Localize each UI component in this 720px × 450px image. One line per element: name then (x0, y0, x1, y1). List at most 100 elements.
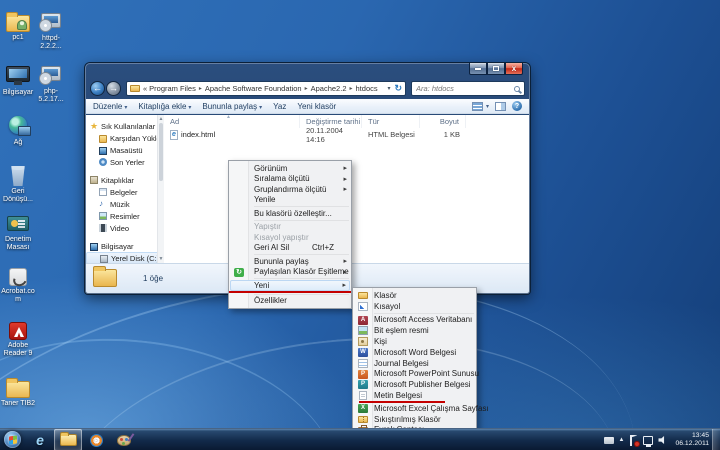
change-view-icon[interactable] (472, 102, 483, 111)
word-icon (358, 348, 368, 357)
desktop-icon-denetim-masasi[interactable]: Denetim Masası (0, 216, 36, 252)
menu-item-label: Microsoft PowerPoint Sunusu (374, 369, 479, 378)
window-titlebar[interactable] (85, 63, 530, 79)
forward-button[interactable]: → (106, 81, 121, 96)
desktop-icon-geri-donusum[interactable]: Geri Dönüşü... (0, 166, 36, 204)
file-row[interactable]: e index.html 20.11.2004 14:16 HTML Belge… (164, 128, 529, 141)
action-center-flag-icon[interactable] (629, 435, 638, 446)
taskbar-media-player-button[interactable] (82, 429, 110, 450)
publisher-icon (358, 380, 368, 389)
submenu-item-excel[interactable]: Microsoft Excel Çalışma Sayfası (353, 403, 476, 414)
start-button[interactable] (4, 431, 21, 448)
desktop-icon-php[interactable]: php-5.2.17... (33, 62, 69, 104)
sidebar-item-recent-places[interactable]: Son Yerler (86, 156, 164, 168)
toolbar-yaz-button[interactable]: Yaz (273, 102, 286, 111)
column-header-modified[interactable]: Değiştirme tarihi (300, 115, 362, 128)
column-header-size[interactable]: Boyut (420, 115, 466, 128)
sidebar-item-music[interactable]: ♪ Müzik (86, 198, 164, 210)
chevron-down-icon[interactable]: ▾ (387, 85, 390, 92)
volume-icon[interactable] (658, 436, 667, 445)
file-name-cell[interactable]: e index.html (164, 130, 300, 140)
submenu-item-klasor[interactable]: Klasör (353, 290, 476, 301)
toolbar-kitapliga-ekle-button[interactable]: Kitaplığa ekle (138, 102, 191, 111)
submenu-item-sikistirilmis-klasor[interactable]: Sıkıştırılmış Klasör (353, 414, 476, 425)
search-box[interactable] (411, 81, 525, 96)
sidebar-item-label: Karşıdan Yüklem (110, 134, 164, 143)
sidebar-item-video[interactable]: Video (86, 222, 164, 234)
submenu-item-kisi[interactable]: Kişi (353, 336, 476, 347)
refresh-icon[interactable]: ↻ (394, 83, 402, 94)
tray-expand-icon[interactable]: ▲ (619, 437, 625, 443)
sidebar-item-local-disk-c[interactable]: Yerel Disk (C:) (86, 252, 164, 263)
taskbar-ie-button[interactable]: e (26, 429, 54, 450)
sidebar-item-documents[interactable]: Belgeler (86, 186, 164, 198)
desktop-icon-pc1[interactable]: pc1 (0, 9, 36, 42)
context-menu-item-paylasilan-klasor-esitleme[interactable]: Paylaşılan Klasör Eşitleme (229, 267, 351, 278)
sidebar-item-label: Yerel Disk (C:) (111, 254, 159, 263)
context-menu-item-gorunum[interactable]: Görünüm (229, 163, 351, 174)
show-desktop-button[interactable] (712, 429, 720, 450)
submenu-item-metin-belgesi[interactable]: Metin Belgesi (353, 390, 476, 401)
submenu-item-kisayol[interactable]: Kısayol (353, 301, 476, 312)
submenu-item-bit-eslem[interactable]: Bit eşlem resmi (353, 325, 476, 336)
breadcrumb-segment[interactable]: Apache Software Foundation (205, 84, 302, 93)
back-button[interactable]: ← (90, 81, 105, 96)
search-icon[interactable] (514, 86, 520, 92)
submenu-item-publisher[interactable]: Microsoft Publisher Belgesi (353, 379, 476, 390)
toolbar-duzenle-button[interactable]: Düzenle (93, 102, 127, 111)
desktop-icon-ag[interactable]: Ağ (0, 116, 36, 147)
toolbar-yeni-klasor-button[interactable]: Yeni klasör (297, 102, 336, 111)
breadcrumb-segment[interactable]: htdocs (356, 84, 378, 93)
sidebar-item-downloads[interactable]: Karşıdan Yüklem (86, 132, 164, 144)
context-menu-item-yenile[interactable]: Yenile (229, 195, 351, 206)
context-menu-item-geri-al-sil[interactable]: Geri Al Sil Ctrl+Z (229, 243, 351, 254)
context-menu-item-bu-klasoru-ozellestir[interactable]: Bu klasörü özelleştir... (229, 208, 351, 219)
breadcrumb-segment[interactable]: Program Files (149, 84, 196, 93)
menu-item-label: Gruplandırma ölçütü (254, 185, 326, 194)
clock[interactable]: 13:45 06.12.2011 (675, 432, 709, 448)
context-menu-item-bununla-paylas[interactable]: Bununla paylaş (229, 256, 351, 267)
submenu-item-word[interactable]: Microsoft Word Belgesi (353, 347, 476, 358)
toolbar-bununla-paylas-button[interactable]: Bununla paylaş (202, 102, 262, 111)
search-input[interactable] (416, 84, 508, 93)
desktop-icon-bilgisayar[interactable]: Bilgisayar (0, 62, 36, 97)
tray-device-icon[interactable] (604, 437, 614, 444)
context-menu-item-ozellikler[interactable]: Özellikler (229, 296, 351, 307)
column-header-type[interactable]: Tür (362, 115, 420, 128)
submenu-item-powerpoint[interactable]: Microsoft PowerPoint Sunusu (353, 369, 476, 380)
sidebar-section-computer[interactable]: Bilgisayar (86, 240, 164, 252)
minimize-button[interactable] (469, 63, 487, 75)
sidebar-item-pictures[interactable]: Resimler (86, 210, 164, 222)
context-menu-item-yeni[interactable]: Yeni (230, 280, 350, 291)
sidebar-item-desktop[interactable]: Masaüstü (86, 144, 164, 156)
close-button[interactable]: x (505, 63, 523, 75)
breadcrumb-segment[interactable]: Apache2.2 (311, 84, 347, 93)
menu-item-label: Yapıştır (254, 222, 281, 231)
desktop-icon-taner[interactable]: Taner TIB2 (0, 376, 36, 408)
help-icon[interactable]: ? (512, 101, 522, 111)
sidebar-scrollbar[interactable]: ▲ ▼ (157, 115, 164, 263)
media-player-icon (90, 434, 103, 447)
window-caption-buttons: x (469, 63, 523, 75)
desktop-icon-acrobat-com[interactable]: Acrobat.com (0, 268, 36, 304)
menu-item-label: Paylaşılan Klasör Eşitleme (254, 267, 349, 276)
column-header-name[interactable]: Ad ▲ (164, 115, 300, 128)
menu-item-label: Bu klasörü özelleştir... (254, 209, 332, 218)
chevron-down-icon[interactable]: ▾ (486, 103, 489, 110)
context-menu-item-siralama-olcutu[interactable]: Sıralama ölçütü (229, 174, 351, 185)
address-bar[interactable]: « Program Files ▸ Apache Software Founda… (126, 81, 406, 96)
desktop-icon-adobe-reader[interactable]: Adobe Reader 9 (0, 322, 36, 358)
network-status-icon[interactable] (643, 436, 653, 445)
menu-item-label: Klasör (374, 291, 397, 300)
context-menu-item-gruplandirma-olcutu[interactable]: Gruplandırma ölçütü (229, 184, 351, 195)
taskbar-paint-button[interactable] (110, 429, 138, 450)
submenu-item-access[interactable]: Microsoft Access Veritabanı (353, 315, 476, 326)
sidebar-section-favorites[interactable]: ★ Sık Kullanılanlar (86, 120, 164, 132)
desktop-icon-httpd[interactable]: httpd-2.2.2... (33, 9, 69, 51)
scrollbar-thumb[interactable] (159, 123, 163, 181)
submenu-item-journal[interactable]: Journal Belgesi (353, 358, 476, 369)
maximize-button[interactable] (487, 63, 505, 75)
sidebar-section-libraries[interactable]: Kitaplıklar (86, 174, 164, 186)
preview-pane-icon[interactable] (495, 102, 506, 111)
taskbar-explorer-button[interactable] (54, 429, 82, 450)
